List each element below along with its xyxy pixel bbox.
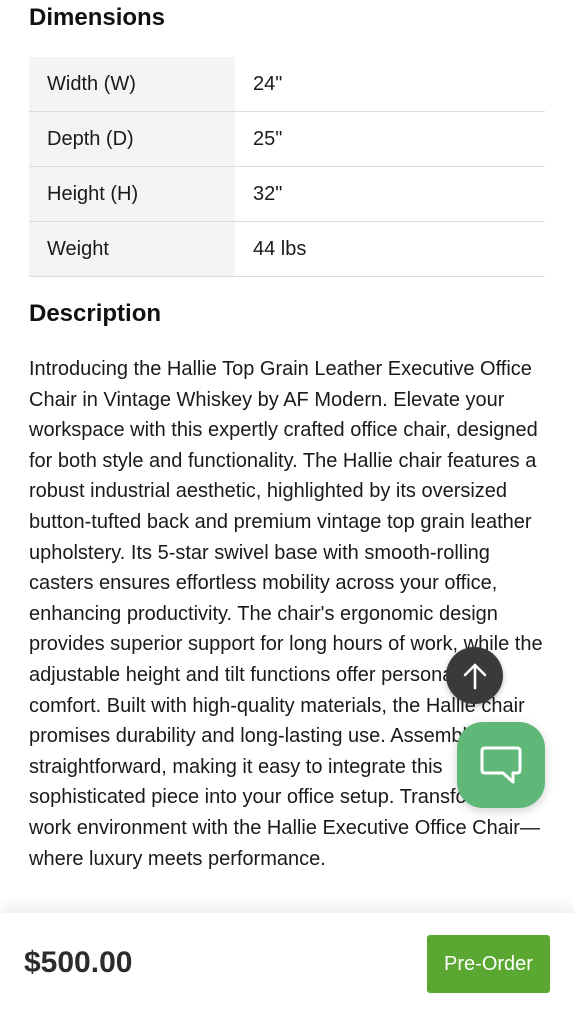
table-row: Width (W) 24" xyxy=(29,57,545,112)
price-label: $500.00 xyxy=(24,946,133,979)
scroll-to-top-button[interactable] xyxy=(446,647,503,704)
dimensions-table: Width (W) 24" Depth (D) 25" Height (H) 3… xyxy=(29,57,545,277)
dimensions-heading: Dimensions xyxy=(29,4,166,31)
arrow-up-icon xyxy=(463,663,486,689)
dimension-label-weight: Weight xyxy=(29,222,235,276)
table-row: Depth (D) 25" xyxy=(29,112,545,167)
dimension-label-height: Height (H) xyxy=(29,167,235,221)
chat-bubble-icon xyxy=(480,746,522,784)
dimension-label-width: Width (W) xyxy=(29,57,235,111)
dimension-value-height: 32" xyxy=(253,182,283,205)
dimension-value-width: 24" xyxy=(253,72,283,95)
chat-button[interactable] xyxy=(457,722,545,808)
pre-order-button[interactable]: Pre-Order xyxy=(427,935,550,993)
dimension-value-weight: 44 lbs xyxy=(253,237,307,260)
dimension-label-depth: Depth (D) xyxy=(29,112,235,166)
description-heading: Description xyxy=(29,300,162,327)
dimension-value-depth: 25" xyxy=(253,127,283,150)
table-row: Weight 44 lbs xyxy=(29,222,545,277)
purchase-bar: $500.00 Pre-Order xyxy=(0,913,574,1020)
table-row: Height (H) 32" xyxy=(29,167,545,222)
